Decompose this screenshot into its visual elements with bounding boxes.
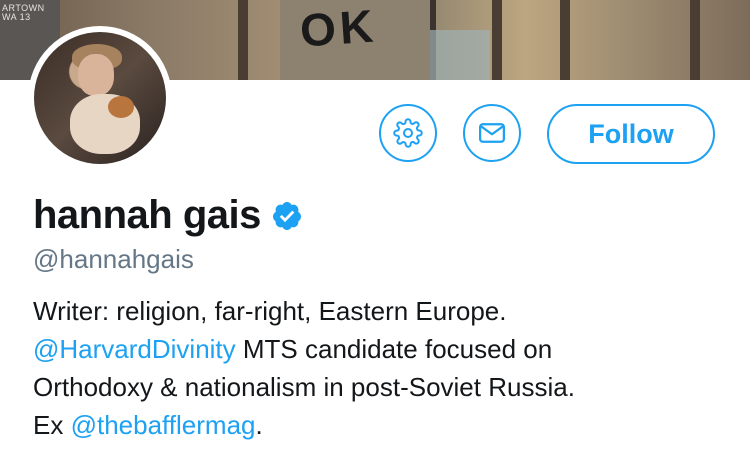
harvard-divinity-link[interactable]: @HarvardDivinity [33, 334, 236, 364]
follow-button[interactable]: Follow [547, 104, 715, 164]
avatar-photo [34, 32, 166, 164]
envelope-icon [479, 123, 505, 143]
banner-water [430, 30, 490, 80]
bio-line: @HarvardDivinity MTS candidate focused o… [33, 330, 733, 368]
bio-line: Ex @thebafflermag. [33, 406, 733, 444]
bio-line: Writer: religion, far-right, Eastern Eur… [33, 296, 507, 326]
banner-post [690, 0, 700, 80]
profile-name-row: hannah gais [33, 193, 303, 238]
banner-post [238, 0, 248, 80]
banner-wall-text: OK [298, 0, 379, 57]
settings-button[interactable] [379, 104, 437, 162]
banner-post [560, 0, 570, 80]
verified-badge-icon [272, 201, 301, 230]
avatar-face [78, 54, 114, 96]
gear-icon [393, 118, 423, 148]
profile-handle: @hannahgais [33, 244, 194, 274]
bio-text: Ex [33, 410, 71, 440]
profile-name: hannah gais [33, 193, 261, 237]
bio-text: MTS candidate focused on [235, 334, 553, 364]
avatar[interactable] [28, 26, 172, 170]
thebafflermag-link[interactable]: @thebafflermag [71, 410, 256, 440]
banner-post [492, 0, 502, 80]
message-button[interactable] [463, 104, 521, 162]
avatar-puppy-ear [108, 96, 134, 118]
profile-bio: Writer: religion, far-right, Eastern Eur… [33, 292, 733, 444]
bio-text: . [255, 410, 263, 440]
bio-line: Orthodoxy & nationalism in post-Soviet R… [33, 372, 575, 402]
